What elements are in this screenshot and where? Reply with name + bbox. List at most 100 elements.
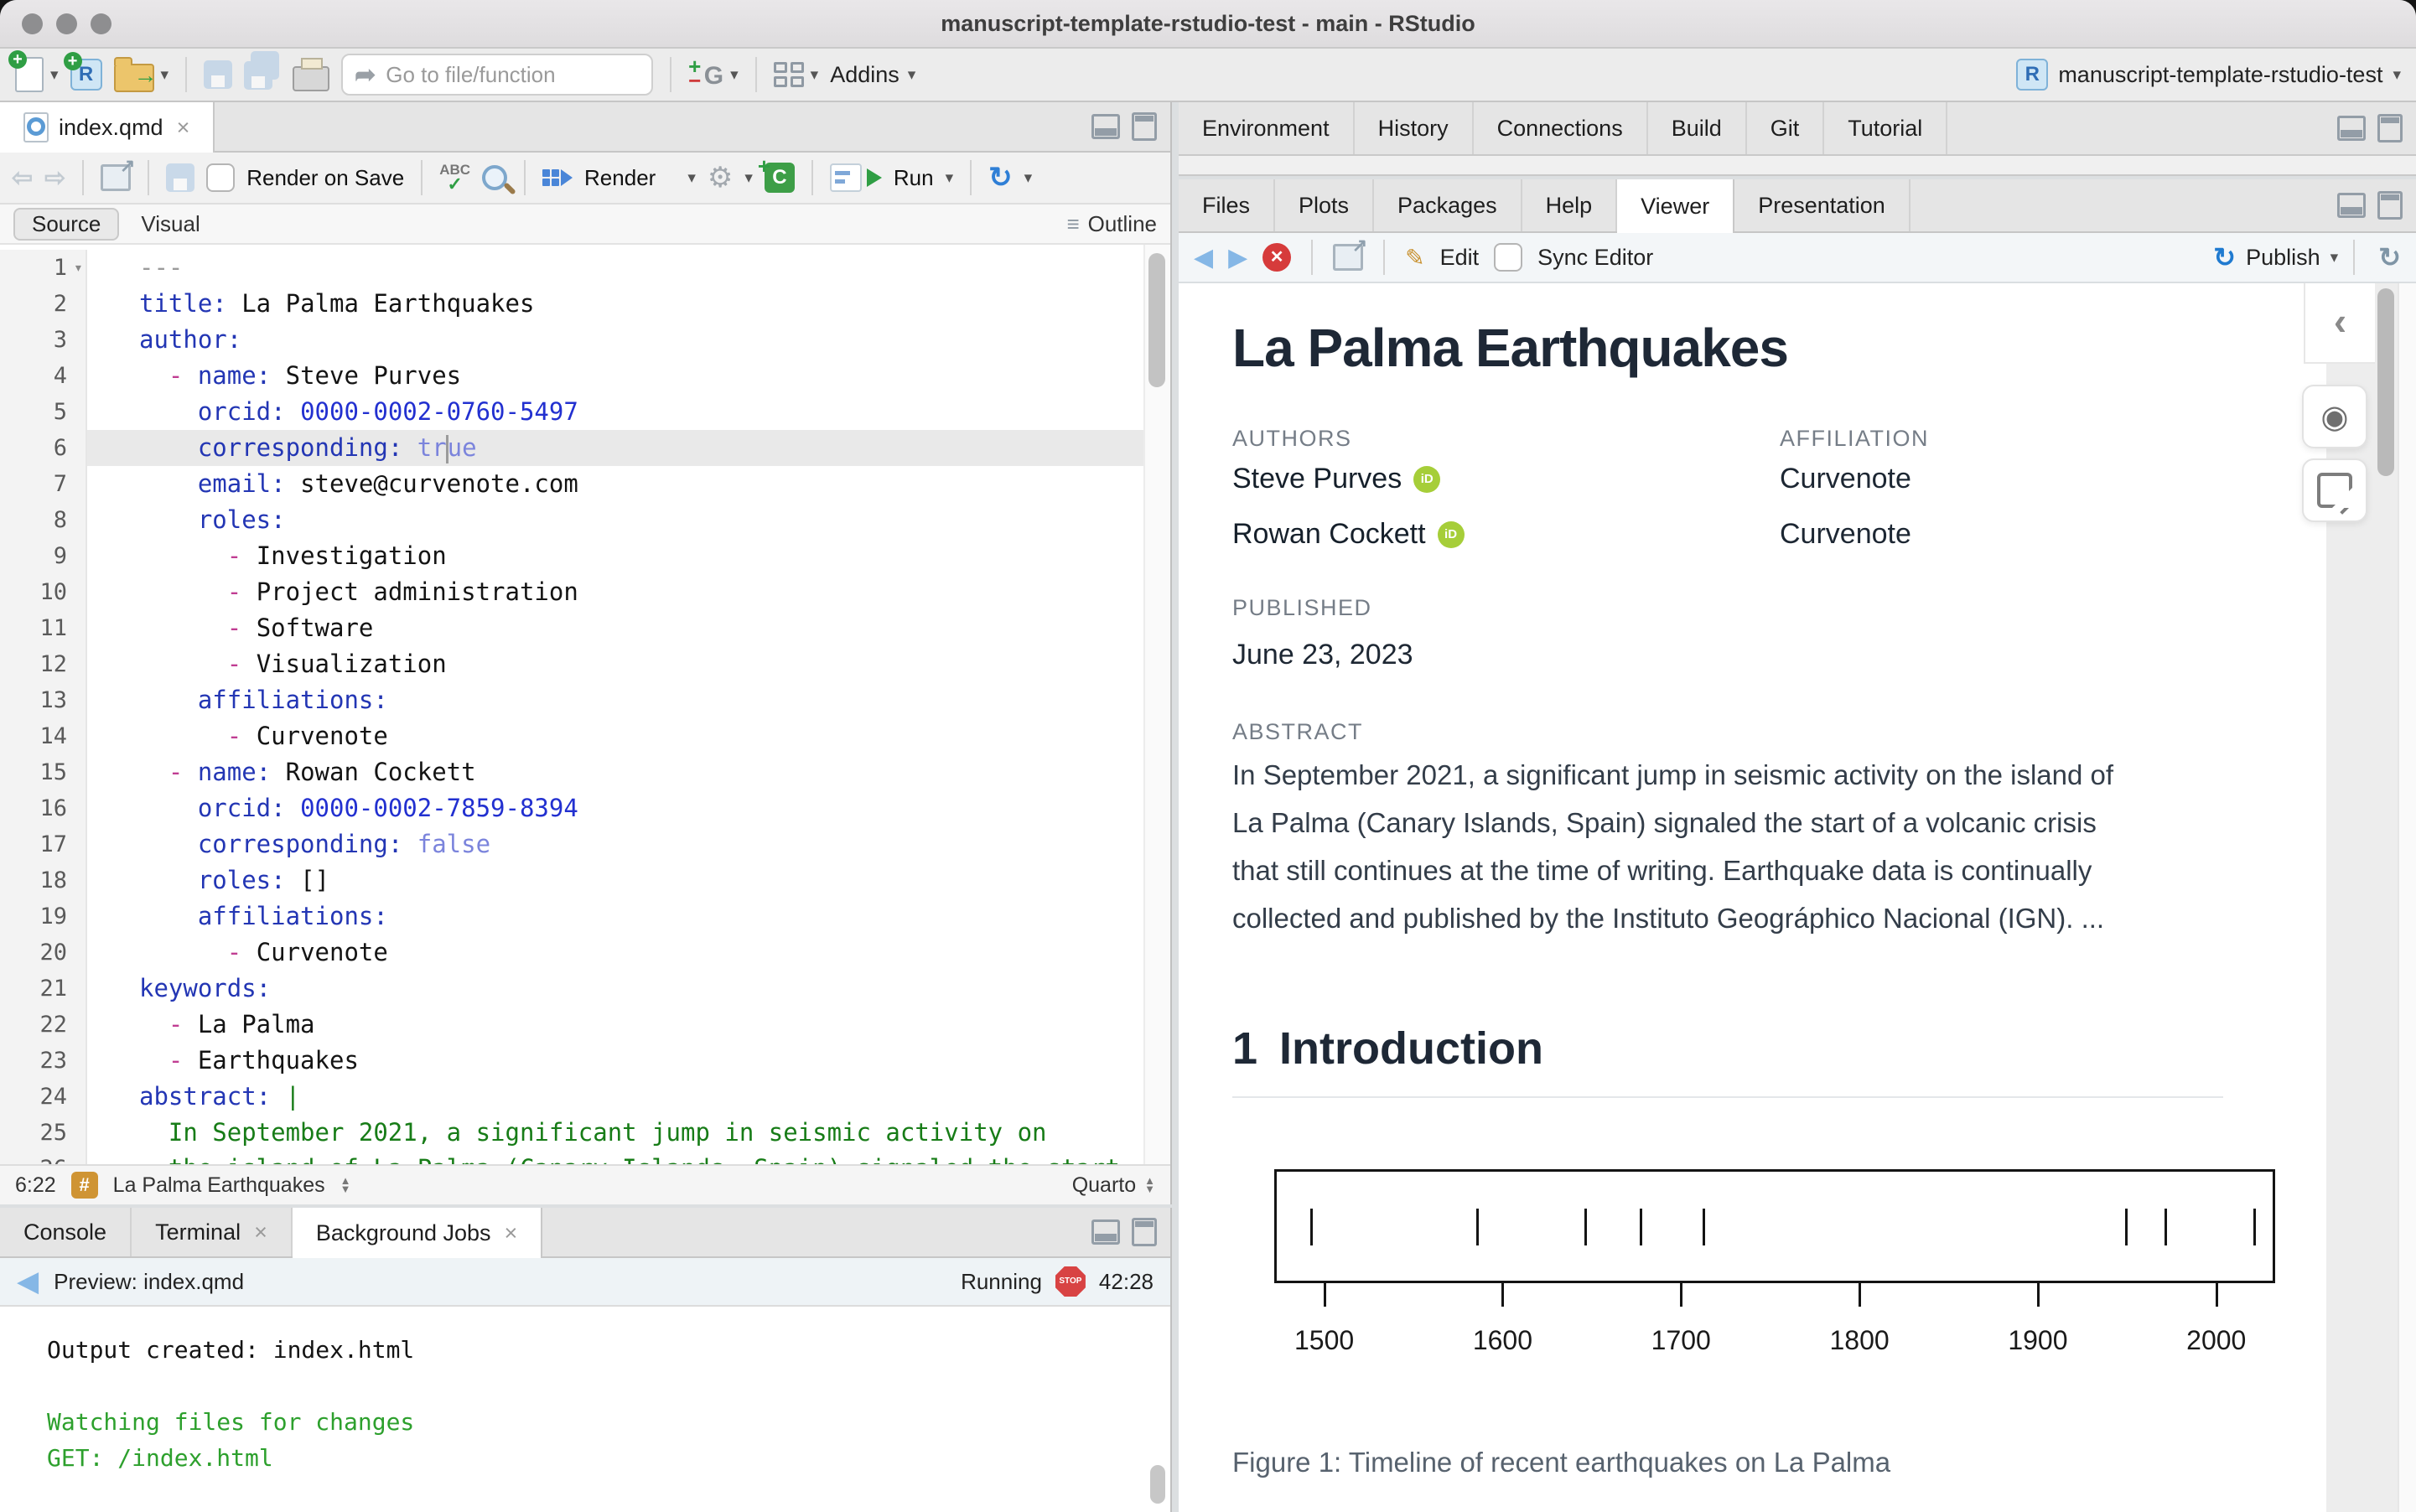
code-line-18[interactable]: 18 roles: [] — [0, 862, 1143, 898]
tab-terminal[interactable]: Terminal × — [132, 1208, 293, 1256]
tab-viewer[interactable]: Viewer — [1617, 179, 1735, 233]
publish-button[interactable]: Publish — [2246, 245, 2320, 271]
maximize-pane-icon[interactable] — [2377, 191, 2403, 220]
save-document-icon[interactable] — [166, 163, 195, 192]
code-line-7[interactable]: 7 email: steve@curvenote.com — [0, 466, 1143, 502]
code-line-2[interactable]: 2 title: La Palma Earthquakes — [0, 286, 1143, 322]
refresh-icon[interactable]: ↻ — [2378, 241, 2401, 273]
maximize-pane-icon[interactable] — [1132, 112, 1157, 141]
preview-eye-button[interactable]: ◉ — [2302, 385, 2367, 448]
code-line-22[interactable]: 22 - La Palma — [0, 1007, 1143, 1043]
sync-editor-checkbox[interactable] — [1494, 243, 1523, 272]
addins-menu[interactable]: Addins ▾ — [830, 62, 915, 88]
section-name[interactable]: La Palma Earthquakes — [113, 1173, 325, 1198]
goto-file-function-box[interactable]: ➦ — [341, 54, 654, 96]
code-line-20[interactable]: 20 - Curvenote — [0, 935, 1143, 971]
orcid-icon[interactable]: iD — [1437, 520, 1465, 548]
open-in-new-window-icon[interactable] — [1333, 235, 1367, 271]
code-line-25[interactable]: 25 In September 2021, a significant jump… — [0, 1115, 1143, 1151]
tab-packages[interactable]: Packages — [1374, 179, 1522, 231]
print-button[interactable] — [293, 58, 330, 91]
open-in-new-window-icon[interactable] — [101, 155, 135, 191]
minimize-pane-icon[interactable] — [2337, 116, 2366, 141]
titlebar[interactable]: manuscript-template-rstudio-test - main … — [0, 0, 2416, 49]
code-line-23[interactable]: 23 - Earthquakes — [0, 1043, 1143, 1079]
tab-git[interactable]: Git — [1747, 102, 1825, 154]
code-line-6[interactable]: 6 corresponding: true — [0, 430, 1143, 466]
scrollbar-thumb[interactable] — [1150, 1465, 1165, 1504]
stop-icon[interactable]: ✕ — [1262, 243, 1292, 272]
code-line-1[interactable]: 1 ▾ --- — [0, 250, 1143, 286]
editor-scrollbar[interactable] — [1143, 245, 1170, 1164]
tab-presentation[interactable]: Presentation — [1734, 179, 1911, 231]
tab-connections[interactable]: Connections — [1474, 102, 1648, 154]
edit-button[interactable]: Edit — [1440, 245, 1480, 271]
chevron-down-icon[interactable]: ▾ — [811, 67, 819, 83]
tab-index-qmd[interactable]: index.qmd × — [0, 102, 215, 153]
close-icon[interactable]: × — [505, 1220, 518, 1246]
back-icon[interactable]: ◀ — [17, 1265, 39, 1298]
code-line-15[interactable]: 15 - name: Rowan Cockett — [0, 754, 1143, 790]
tab-tutorial[interactable]: Tutorial — [1824, 102, 1948, 154]
maximize-pane-icon[interactable] — [2377, 114, 2403, 142]
goto-file-function-input[interactable] — [384, 60, 631, 89]
code-line-13[interactable]: 13 affiliations: — [0, 682, 1143, 718]
chevron-down-icon[interactable]: ▾ — [687, 170, 696, 186]
outline-button[interactable]: ≡ Outline — [1066, 211, 1157, 237]
file-format[interactable]: Quarto — [1072, 1173, 1136, 1198]
code-line-12[interactable]: 12 - Visualization — [0, 646, 1143, 682]
maximize-pane-icon[interactable] — [1132, 1218, 1157, 1246]
gear-icon[interactable]: ⚙ — [708, 161, 733, 194]
code-editor[interactable]: 1 ▾ --- 2 title: La Palma Earthquakes 3 author… — [0, 245, 1170, 1164]
tab-environment[interactable]: Environment — [1179, 102, 1355, 154]
edit-pencil-icon[interactable]: ✎ — [1405, 244, 1424, 272]
format-selector-icon[interactable]: ▲ ▼ — [1144, 1175, 1155, 1194]
chevron-down-icon[interactable]: ▾ — [730, 67, 739, 83]
code-line-19[interactable]: 19 affiliations: — [0, 898, 1143, 935]
chevron-down-icon[interactable]: ▾ — [946, 170, 954, 186]
chevron-down-icon[interactable]: ▾ — [50, 67, 59, 83]
close-icon[interactable]: × — [254, 1219, 267, 1245]
forward-icon[interactable]: ▶ — [1228, 243, 1247, 272]
tab-help[interactable]: Help — [1522, 179, 1618, 231]
job-output[interactable]: Output created: index.html Watching file… — [0, 1307, 1170, 1512]
project-selector[interactable]: R manuscript-template-rstudio-test ▾ — [2016, 59, 2401, 91]
code-line-26[interactable]: 26 the island of La Palma (Canary Island… — [0, 1151, 1143, 1164]
code-line-4[interactable]: 4 - name: Steve Purves — [0, 358, 1143, 394]
back-icon[interactable]: ◀ — [1194, 243, 1213, 272]
render-button[interactable]: Render — [584, 165, 656, 191]
code-line-8[interactable]: 8 roles: — [0, 502, 1143, 538]
notes-button[interactable] — [2302, 458, 2367, 522]
save-all-button[interactable] — [244, 51, 281, 91]
code-line-9[interactable]: 9 - Investigation — [0, 538, 1143, 574]
back-icon[interactable]: ⇦ — [12, 163, 33, 193]
workspace-panes-button[interactable]: ▾ — [773, 62, 819, 87]
open-file-button[interactable]: → ▾ — [113, 57, 168, 92]
minimize-pane-icon[interactable] — [2337, 193, 2366, 218]
code-line-14[interactable]: 14 - Curvenote — [0, 718, 1143, 754]
chevron-down-icon[interactable]: ▾ — [744, 170, 753, 186]
close-icon[interactable]: × — [177, 115, 190, 141]
new-project-button[interactable]: + R — [63, 52, 102, 91]
publish-icon[interactable]: ↻ — [2213, 241, 2236, 273]
source-mode-button[interactable]: Source — [13, 207, 120, 241]
chevron-down-icon[interactable]: ▾ — [2330, 250, 2339, 266]
code-line-21[interactable]: 21 keywords: — [0, 971, 1143, 1007]
run-icon[interactable] — [829, 163, 862, 192]
forward-icon[interactable]: ⇨ — [44, 163, 65, 193]
tab-files[interactable]: Files — [1179, 179, 1276, 231]
stop-job-icon[interactable]: STOP — [1055, 1266, 1086, 1297]
tab-background-jobs[interactable]: Background Jobs × — [292, 1208, 543, 1258]
minimize-pane-icon[interactable] — [1091, 114, 1120, 139]
rerun-source-icon[interactable]: ↻ — [988, 161, 1013, 194]
viewer-scrollbar[interactable] — [2398, 283, 2416, 1512]
code-line-10[interactable]: 10 - Project administration — [0, 574, 1143, 610]
code-line-11[interactable]: 11 - Software — [0, 610, 1143, 646]
minimize-pane-icon[interactable] — [1091, 1219, 1120, 1245]
render-on-save-checkbox[interactable] — [206, 163, 236, 192]
code-line-5[interactable]: 5 orcid: 0000-0002-0760-5497 — [0, 394, 1143, 430]
code-line-17[interactable]: 17 corresponding: false — [0, 826, 1143, 862]
render-icon[interactable] — [542, 169, 573, 186]
scrollbar-thumb[interactable] — [2377, 288, 2394, 476]
section-selector-icon[interactable]: ▲ ▼ — [340, 1175, 351, 1194]
